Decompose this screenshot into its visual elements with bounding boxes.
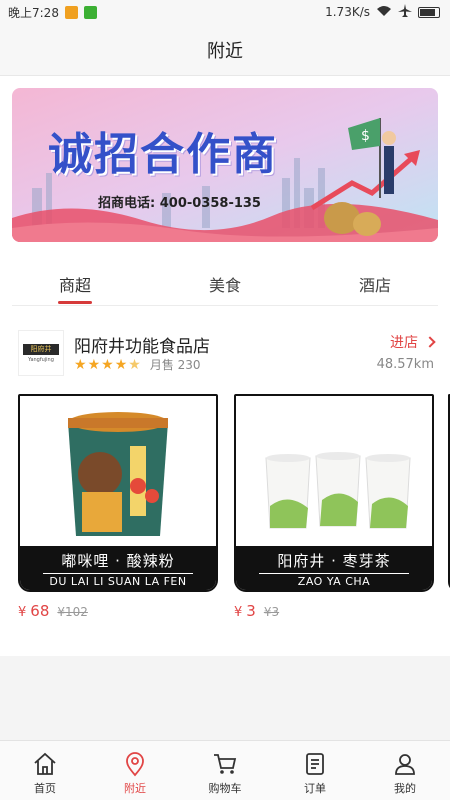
label-divider: [43, 573, 193, 574]
star-icon: ★: [101, 356, 114, 373]
product-price: ¥3: [234, 602, 256, 620]
tabbar-item-home[interactable]: 首页: [0, 741, 90, 800]
svg-text:$: $: [361, 128, 370, 144]
store-rating: ★ ★ ★ ★ ★ 月售 230: [74, 356, 201, 373]
location-pin-icon: [126, 752, 144, 777]
product-card[interactable]: 阳府井 · 枣芽茶 ZAO YA CHA: [234, 394, 434, 592]
product-label: 嘟咪哩 · 酸辣粉 DU LAI LI SUAN LA FEN: [20, 546, 216, 590]
store-header[interactable]: 阳府井 Yangfujing 阳府井功能食品店 ★ ★ ★ ★ ★ 月售 230…: [18, 330, 438, 376]
enter-store-label: 进店: [390, 335, 418, 351]
product-label: 阳府井 · 枣芽茶 ZAO YA CHA: [236, 546, 432, 590]
tabbar-item-orders[interactable]: 订单: [270, 741, 360, 800]
original-price: ¥102: [57, 605, 88, 619]
monthly-sales: 月售 230: [149, 358, 201, 372]
store-name[interactable]: 阳府井功能食品店: [74, 332, 210, 357]
star-icon: ★: [87, 356, 101, 373]
tabbar-label: 购物车: [208, 782, 242, 795]
wifi-icon: [376, 5, 392, 20]
currency-symbol: ¥: [234, 605, 243, 620]
network-speed: 1.73K/s: [325, 5, 370, 19]
star-icon: ★: [74, 356, 87, 373]
product-name-cn: 阳府井 · 枣芽茶: [277, 552, 391, 570]
banner-headline: 诚招合作商: [48, 129, 278, 180]
status-bar: 晚上7:28 1.73K/s: [0, 0, 450, 24]
tabbar-item-cart[interactable]: 购物车: [180, 741, 270, 800]
airplane-icon: [398, 3, 412, 21]
product-card[interactable]: 嘟咪哩 · 酸辣粉 DU LAI LI SUAN LA FEN: [18, 394, 218, 592]
user-icon: [395, 754, 415, 775]
store-logo[interactable]: 阳府井 Yangfujing: [18, 330, 64, 376]
half-star-icon: ★: [128, 356, 141, 373]
store-logo-sub: Yangfujing: [28, 356, 54, 363]
main-content: $ 诚招合作商 招商电话: 400-0358-135 商超 美食 酒店 阳府井 …: [0, 76, 450, 656]
battery-icon: [418, 6, 440, 18]
home-icon: [34, 752, 56, 775]
tabbar-label: 订单: [304, 782, 326, 795]
currency-symbol: ¥: [18, 605, 27, 620]
original-price: ¥3: [263, 605, 280, 619]
tabbar-label: 附近: [124, 782, 146, 795]
status-time: 晚上7:28: [8, 5, 59, 20]
banner-hotline: 招商电话: 400-0358-135: [98, 196, 261, 211]
tabbar-label: 首页: [34, 782, 56, 795]
label-divider: [259, 573, 409, 574]
product-price: ¥68: [18, 602, 49, 620]
order-list-icon: [306, 753, 324, 775]
product-price-row: ¥3 ¥3: [234, 602, 279, 620]
store-distance: 48.57km: [376, 357, 434, 372]
wechat-icon: [83, 5, 97, 19]
enter-store-button[interactable]: 进店: [390, 332, 436, 352]
product-name-en: DU LAI LI SUAN LA FEN: [49, 575, 187, 588]
category-tabs: 商超 美食 酒店: [0, 262, 450, 302]
product-name-cn: 嘟咪哩 · 酸辣粉: [61, 552, 175, 570]
nav-bar: 附近: [0, 24, 450, 76]
tab-label: 美食: [208, 276, 241, 295]
tab-label: 商超: [58, 276, 91, 295]
chevron-right-icon: [424, 336, 436, 348]
star-icon: ★: [114, 356, 128, 373]
product-price-row: ¥68 ¥102: [18, 602, 88, 620]
product-image-noodle-cup: [20, 396, 216, 546]
product-list: 嘟咪哩 · 酸辣粉 DU LAI LI SUAN LA FEN ¥68 ¥102: [18, 394, 450, 624]
tabbar-item-profile[interactable]: 我的: [360, 741, 450, 800]
promo-banner[interactable]: $ 诚招合作商 招商电话: 400-0358-135: [12, 88, 438, 242]
store-logo-mark: 阳府井: [23, 343, 59, 355]
page-title: 附近: [207, 40, 243, 62]
notification-icon: [64, 5, 78, 19]
tabbar-item-nearby[interactable]: 附近: [90, 741, 180, 800]
tabs-divider: [12, 305, 438, 306]
cart-icon: [214, 754, 237, 774]
tab-label: 酒店: [358, 276, 391, 295]
product-image-tea-cups: [236, 396, 432, 546]
tab-supermarket[interactable]: 商超: [0, 262, 150, 302]
price-value: 3: [246, 602, 256, 620]
bottom-tab-bar: 首页 附近 购物车 订单 我的: [0, 740, 450, 800]
price-value: 68: [30, 602, 50, 620]
tab-food[interactable]: 美食: [150, 262, 300, 302]
tab-hotel[interactable]: 酒店: [300, 262, 450, 302]
product-name-en: ZAO YA CHA: [297, 575, 371, 588]
tabbar-label: 我的: [394, 782, 416, 795]
